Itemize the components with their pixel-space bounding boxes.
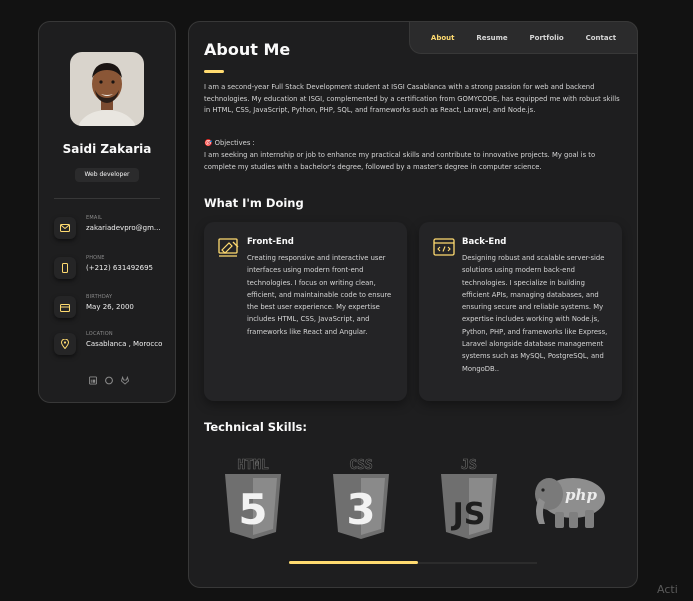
top-navbar: About Resume Portfolio Contact (409, 21, 638, 54)
service-card-frontend: Front-End Creating responsive and intera… (204, 222, 407, 401)
service-description: Designing robust and scalable server-sid… (462, 254, 608, 373)
nav-about[interactable]: About (431, 34, 455, 42)
sidebar-divider (54, 198, 160, 199)
css3-logo: CSS 3 (333, 458, 389, 539)
skills-title: Technical Skills: (204, 420, 307, 434)
nav-portfolio[interactable]: Portfolio (530, 34, 564, 42)
contact-phone: PHONE (+212) 631492695 (54, 255, 172, 291)
service-title: Back-End (462, 237, 507, 247)
calendar-icon (54, 296, 76, 318)
html5-logo: HTML 5 (225, 458, 281, 539)
php-elephant-logo: php (535, 478, 605, 528)
main-content: About Resume Portfolio Contact About Me … (188, 21, 638, 588)
objectives-label: 🎯 Objectives : (204, 139, 255, 147)
mail-icon (54, 217, 76, 239)
service-description: Creating responsive and interactive user… (247, 254, 392, 336)
person-avatar-icon (70, 52, 144, 126)
design-icon (218, 238, 239, 257)
logo-glyph: 3 (346, 485, 375, 534)
logo-label: HTML (237, 458, 268, 473)
title-underline (204, 70, 224, 73)
gitlab-icon[interactable] (121, 375, 129, 385)
objectives-text: I am seeking an internship or job to enh… (204, 151, 596, 171)
nav-contact[interactable]: Contact (586, 34, 617, 42)
github-icon[interactable] (105, 376, 113, 385)
contact-label: PHONE (86, 255, 105, 261)
profile-sidebar: Saidi Zakaria Web developer EMAIL zakari… (38, 21, 176, 403)
email-link[interactable]: zakariadevpro@gm... (86, 223, 172, 233)
services-title: What I'm Doing (204, 196, 304, 210)
service-card-backend: Back-End Designing robust and scalable s… (419, 222, 622, 401)
logo-label: JS (461, 458, 477, 473)
contact-label: BIRTHDAY (86, 294, 113, 300)
logo-label: php (565, 486, 597, 504)
skills-logos: HTML 5 CSS 3 JS JS php (199, 458, 629, 543)
profile-name: Saidi Zakaria (62, 142, 152, 156)
social-links (89, 375, 129, 385)
nav-resume[interactable]: Resume (476, 34, 507, 42)
logo-glyph: 5 (238, 485, 267, 534)
birthday-value: May 26, 2000 (86, 303, 134, 311)
about-intro: I am a second-year Full Stack Developmen… (204, 83, 620, 114)
location-pin-icon (54, 333, 76, 355)
logo-label: CSS (349, 458, 373, 473)
os-watermark: Acti (657, 583, 678, 596)
page-title: About Me (204, 40, 291, 59)
skills-scrollbar-thumb[interactable] (289, 561, 418, 564)
contact-label: LOCATION (86, 331, 113, 337)
linkedin-icon[interactable] (89, 376, 97, 385)
role-badge: Web developer (75, 168, 139, 182)
avatar (70, 52, 144, 126)
contact-email: EMAIL zakariadevpro@gm... (54, 215, 172, 251)
logo-glyph: JS (451, 497, 486, 532)
location-value: Casablanca , Morocco (86, 340, 163, 348)
phone-link[interactable]: (+212) 631492695 (86, 263, 172, 273)
phone-icon (54, 257, 76, 279)
js-logo: JS JS (441, 458, 497, 539)
contact-label: EMAIL (86, 215, 103, 221)
contact-birthday: BIRTHDAY May 26, 2000 (54, 294, 172, 330)
contact-location: LOCATION Casablanca , Morocco (54, 331, 172, 367)
code-window-icon (433, 238, 455, 256)
service-title: Front-End (247, 237, 294, 247)
